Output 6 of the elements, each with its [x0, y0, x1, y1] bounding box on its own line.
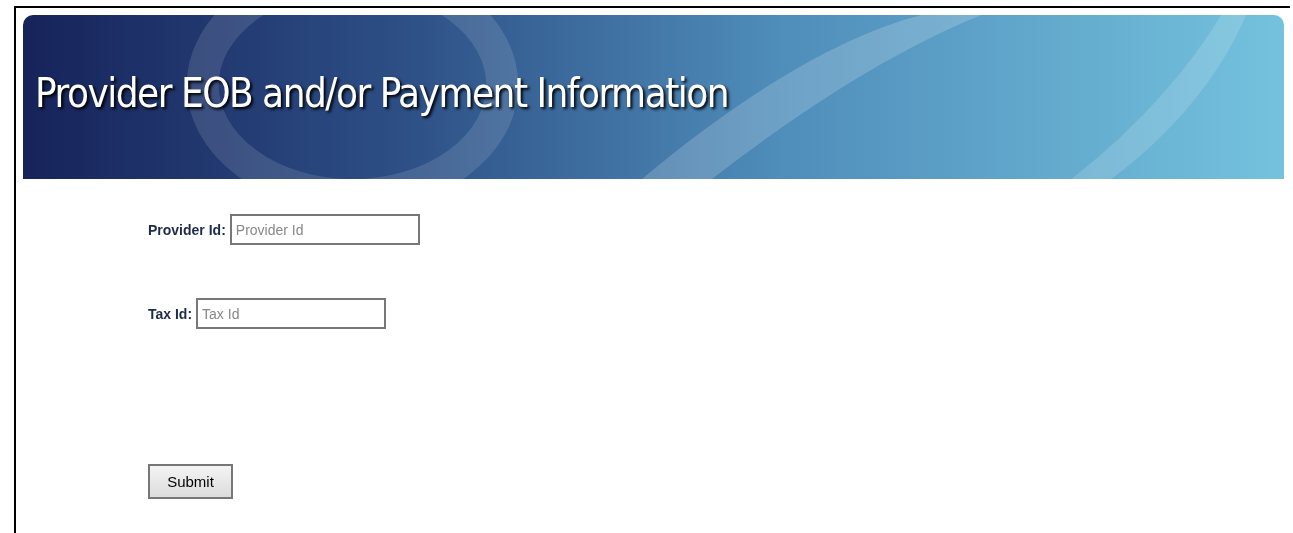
field-label: Provider Id: [148, 221, 226, 238]
field-label: Tax Id: [148, 305, 193, 322]
input-field[interactable]: Tax Id [196, 298, 387, 329]
input-field[interactable]: Provider Id [229, 214, 420, 245]
page-title: Provider EOB and/or Payment Information [34, 69, 729, 116]
submit-button[interactable]: Submit [148, 464, 233, 499]
